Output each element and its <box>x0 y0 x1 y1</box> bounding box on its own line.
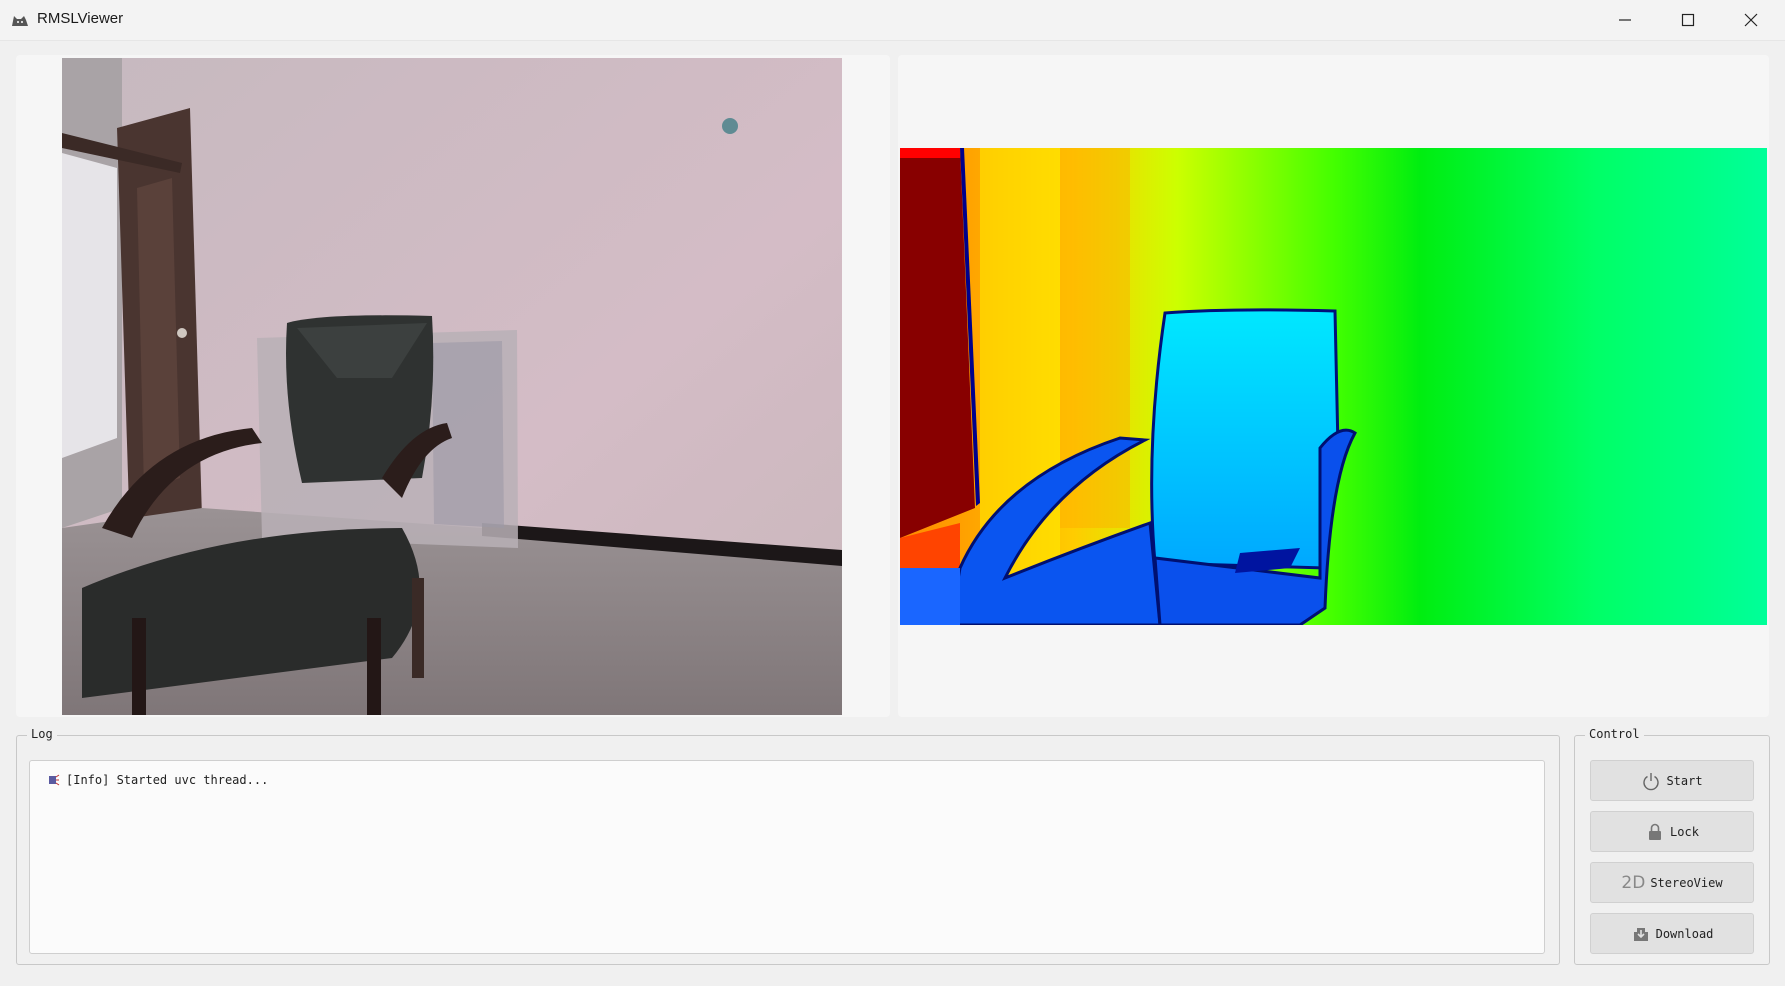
log-title: Log <box>27 727 57 741</box>
depth-view <box>900 148 1767 625</box>
minimize-button[interactable] <box>1594 0 1656 40</box>
close-icon <box>1744 13 1758 27</box>
stereoview-label: StereoView <box>1650 875 1723 890</box>
stereoview-button[interactable]: 2D StereoView <box>1590 862 1754 903</box>
rgb-camera-view <box>62 58 842 715</box>
download-button[interactable]: Download <box>1590 913 1754 954</box>
close-button[interactable] <box>1720 0 1782 40</box>
title-bar: RMSLViewer <box>0 0 1785 41</box>
maximize-button[interactable] <box>1657 0 1719 40</box>
lock-icon <box>1649 823 1662 840</box>
control-group: Control Start Lock 2D StereoView Downloa… <box>1574 727 1770 965</box>
control-title: Control <box>1585 727 1644 741</box>
info-icon <box>49 774 60 786</box>
log-group: Log [Info] Started uvc thread... <box>16 727 1560 965</box>
download-label: Download <box>1655 926 1714 941</box>
start-button[interactable]: Start <box>1590 760 1754 801</box>
log-entry-text: [Info] Started uvc thread... <box>66 773 269 787</box>
window-title: RMSLViewer <box>37 10 124 27</box>
minimize-icon <box>1619 19 1631 21</box>
2d-icon: 2D <box>1621 872 1646 893</box>
lock-button[interactable]: Lock <box>1590 811 1754 852</box>
depth-colormap-frame <box>900 148 1767 625</box>
start-label: Start <box>1666 773 1703 788</box>
download-icon <box>1633 927 1648 941</box>
lock-label: Lock <box>1670 824 1699 839</box>
log-entry: [Info] Started uvc thread... <box>48 773 268 787</box>
maximize-icon <box>1681 13 1695 27</box>
power-icon <box>1643 772 1660 790</box>
depth-panel <box>898 55 1769 717</box>
app-cat-icon <box>12 16 28 26</box>
rgb-panel <box>16 55 890 717</box>
log-area[interactable]: [Info] Started uvc thread... <box>29 760 1545 954</box>
rgb-camera-frame <box>62 58 842 715</box>
